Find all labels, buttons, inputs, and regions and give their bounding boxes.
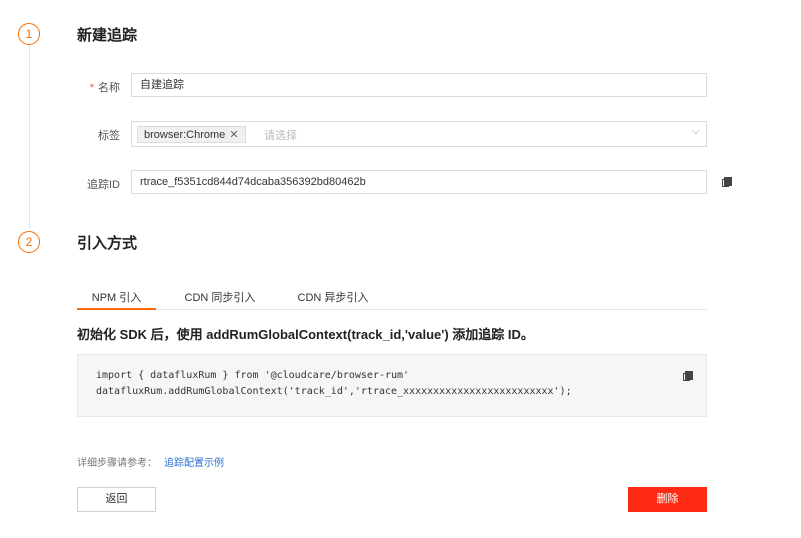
delete-button[interactable]: 删除 (628, 487, 707, 512)
step-1-title: 新建追踪 (77, 27, 138, 44)
name-input[interactable]: 自建追踪 (131, 73, 707, 97)
required-mark: * (89, 82, 94, 94)
tag-chip-label: browser:Chrome (144, 129, 226, 141)
tab-cdn-sync[interactable]: CDN 同步引入 (177, 289, 263, 305)
step-2-title: 引入方式 (77, 235, 138, 252)
tags-label: 标签 (98, 130, 120, 142)
track-id-label: 追踪ID (87, 179, 120, 191)
close-icon[interactable]: ✕ (229, 129, 238, 141)
step-2-indicator: 2 (18, 231, 40, 253)
name-label: * 名称 (40, 79, 120, 95)
active-tab-indicator (77, 308, 156, 310)
track-id-input[interactable]: rtrace_f5351cd844d74dcaba356392bd80462b (131, 170, 707, 194)
copy-icon[interactable] (683, 371, 693, 381)
back-button[interactable]: 返回 (77, 487, 156, 512)
chevron-down-icon[interactable]: ⌵ (692, 126, 700, 137)
copy-icon[interactable] (722, 177, 732, 187)
tab-cdn-async[interactable]: CDN 异步引入 (290, 289, 376, 305)
reference-link[interactable]: 追踪配置示例 (164, 454, 224, 469)
tab-npm[interactable]: NPM 引入 (77, 289, 156, 305)
step-connector-line (29, 46, 30, 228)
tag-chip: browser:Chrome ✕ (137, 126, 246, 143)
code-line: import { datafluxRum } from '@cloudcare/… (96, 370, 410, 381)
code-line: datafluxRum.addRumGlobalContext('track_i… (96, 386, 572, 397)
name-label-text: 名称 (98, 82, 120, 94)
step-1-indicator: 1 (18, 23, 40, 45)
tags-placeholder: 请选择 (264, 130, 297, 142)
integration-description: 初始化 SDK 后，使用 addRumGlobalContext(track_i… (77, 327, 534, 342)
tabs-divider (77, 309, 707, 310)
reference-label: 详细步骤请参考： (77, 458, 157, 469)
